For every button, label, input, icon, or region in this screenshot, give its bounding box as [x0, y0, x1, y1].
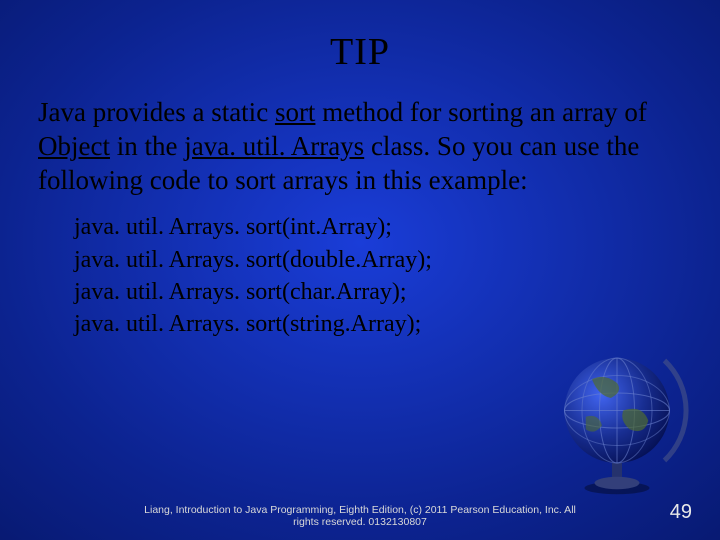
slide-body: Java provides a static sort method for s…: [0, 74, 720, 197]
slide-footer: Liang, Introduction to Java Programming,…: [0, 504, 720, 528]
code-line: java. util. Arrays. sort(char.Array);: [74, 276, 720, 308]
underline-sort: sort: [275, 97, 316, 127]
code-line: java. util. Arrays. sort(string.Array);: [74, 308, 720, 340]
code-line: java. util. Arrays. sort(double.Array);: [74, 244, 720, 276]
underline-object: Object: [38, 131, 110, 161]
code-line: java. util. Arrays. sort(int.Array);: [74, 211, 720, 243]
slide-title: TIP: [0, 0, 720, 74]
page-number: 49: [670, 501, 692, 524]
code-block: java. util. Arrays. sort(int.Array); jav…: [0, 197, 720, 341]
text-fragment: in the: [110, 131, 184, 161]
underline-java-util-arrays: java. util. Arrays: [184, 131, 364, 161]
globe-icon: [542, 348, 692, 498]
text-fragment: method for sorting an array of: [315, 97, 646, 127]
text-fragment: Java provides a static: [38, 97, 275, 127]
footer-line: rights reserved. 0132130807: [293, 516, 427, 528]
footer-line: Liang, Introduction to Java Programming,…: [144, 504, 576, 516]
